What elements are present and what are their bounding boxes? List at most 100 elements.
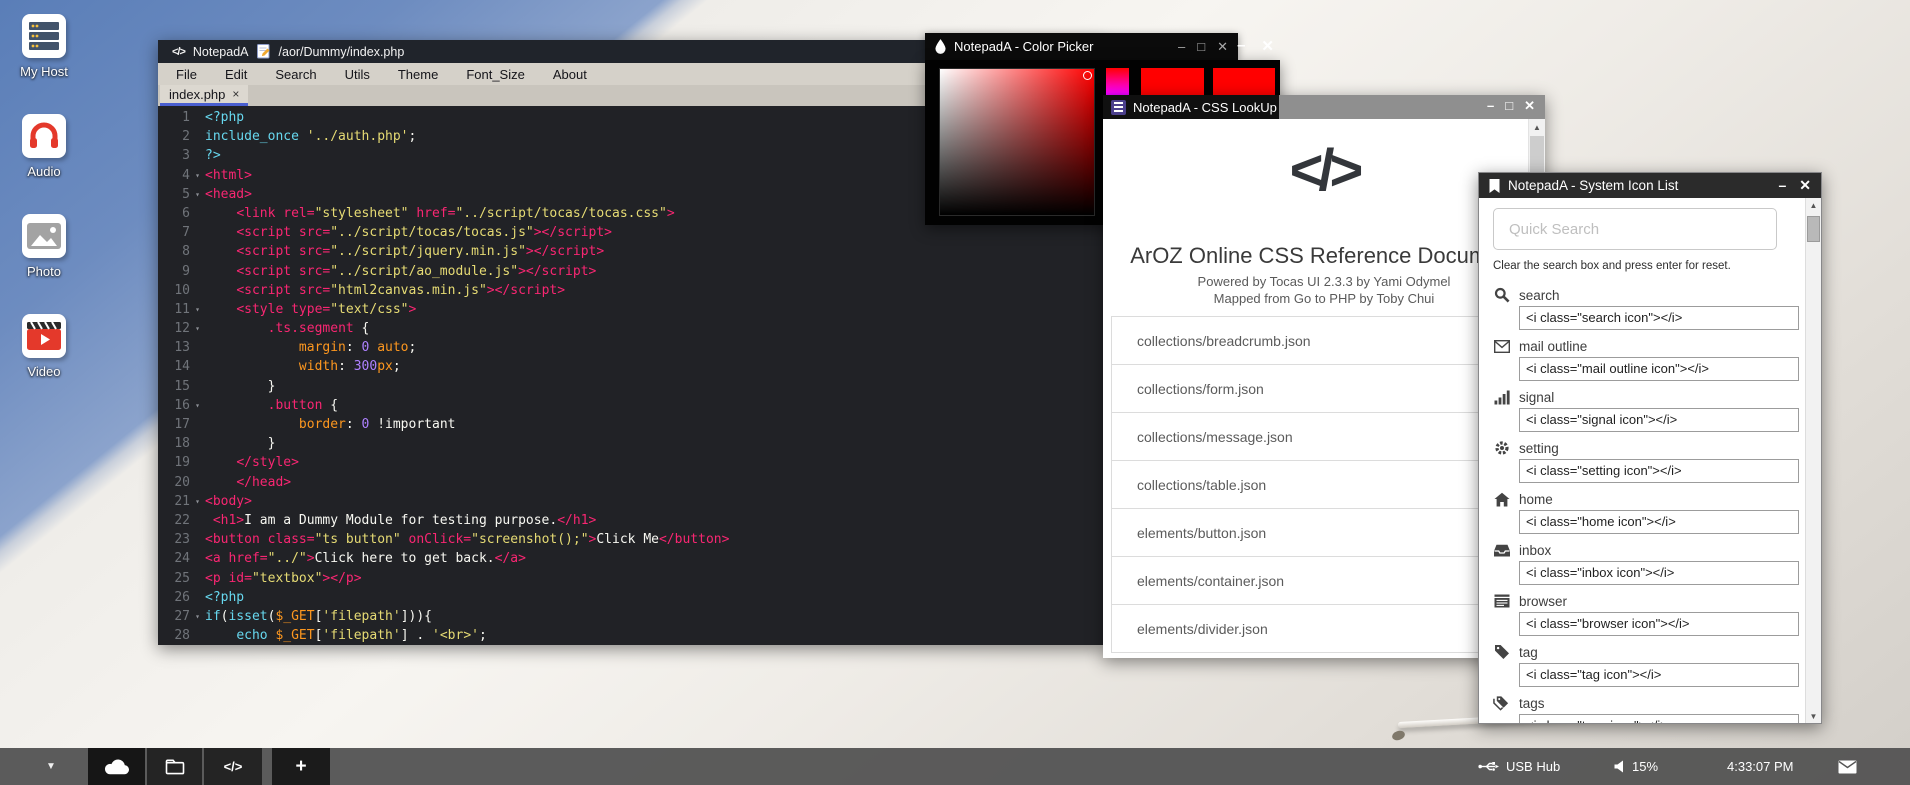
code-line[interactable]: 7 <script src="../script/tocas/tocas.js"… (158, 223, 1104, 242)
volume-level: 15% (1632, 759, 1658, 774)
code-line[interactable]: 8 <script src="../script/jquery.min.js">… (158, 242, 1104, 261)
fold-spacer (190, 511, 205, 530)
css-ref-item[interactable]: collections/form.json (1112, 365, 1525, 413)
close-icon[interactable]: ✕ (1217, 39, 1228, 55)
maximize-icon[interactable]: □ (1505, 98, 1513, 114)
minimize-icon[interactable]: – (1778, 177, 1786, 194)
scrollbar[interactable]: ▲ ▼ (1805, 198, 1821, 723)
menu-theme[interactable]: Theme (384, 67, 452, 82)
css-ref-item[interactable]: collections/breadcrumb.json (1112, 317, 1525, 365)
code-line[interactable]: 15 } (158, 377, 1104, 396)
close-icon[interactable]: ✕ (1799, 177, 1811, 194)
code-line[interactable]: 13 margin: 0 auto; (158, 338, 1104, 357)
desktop-icon-my-host[interactable]: My Host (11, 14, 77, 79)
scrollbar-thumb[interactable] (1807, 216, 1820, 242)
code-line[interactable]: 16▾ .button { (158, 396, 1104, 415)
icon-list-title-bar[interactable]: NotepadA - System Icon List – ✕ (1479, 173, 1821, 198)
code-line[interactable]: 28 echo $_GET['filepath'] . '<br>'; (158, 626, 1104, 645)
line-number: 19 (158, 453, 190, 472)
taskbar-add-button[interactable]: + (272, 748, 330, 785)
menu-utils[interactable]: Utils (331, 67, 384, 82)
saturation-value-square[interactable] (939, 68, 1095, 216)
css-ref-item[interactable]: collections/table.json (1112, 461, 1525, 509)
code-line[interactable]: 23<button class="ts button" onClick="scr… (158, 530, 1104, 549)
code-line[interactable]: 17 border: 0 !important (158, 415, 1104, 434)
line-number: 8 (158, 242, 190, 261)
taskbar-files-button[interactable] (147, 748, 202, 785)
fold-arrow-icon[interactable]: ▾ (190, 319, 205, 338)
code-line[interactable]: 27▾if(isset($_GET['filepath'])){ (158, 607, 1104, 626)
code-line[interactable]: 21▾<body> (158, 492, 1104, 511)
desktop-icon-label: Audio (11, 164, 77, 179)
fold-spacer (190, 281, 205, 300)
icon-entry: setting<i class="setting icon"></i> (1493, 439, 1799, 490)
menu-search[interactable]: Search (261, 67, 330, 82)
css-ref-item[interactable]: elements/container.json (1112, 557, 1525, 605)
line-number: 26 (158, 588, 190, 607)
icon-code-box[interactable]: <i class="home icon"></i> (1519, 510, 1799, 534)
icon-code-box[interactable]: <i class="search icon"></i> (1519, 306, 1799, 330)
fold-arrow-icon[interactable]: ▾ (190, 300, 205, 319)
fold-spacer (190, 204, 205, 223)
desktop-icon-photo[interactable]: Photo (11, 214, 77, 279)
maximize-icon[interactable]: □ (1197, 39, 1205, 55)
tag-icon (1493, 644, 1510, 661)
close-icon[interactable]: ✕ (1524, 98, 1535, 114)
css-ref-item[interactable]: collections/message.json (1112, 413, 1525, 461)
code-line[interactable]: 26<?php (158, 588, 1104, 607)
taskbar-chevron-button[interactable]: ▼ (36, 748, 66, 785)
icon-code-box[interactable]: <i class="setting icon"></i> (1519, 459, 1799, 483)
close-icon[interactable]: ✕ (1261, 37, 1274, 55)
code-line[interactable]: 19 </style> (158, 453, 1104, 472)
menu-edit[interactable]: Edit (211, 67, 261, 82)
line-number: 4 (158, 166, 190, 185)
fold-arrow-icon[interactable]: ▾ (190, 185, 205, 204)
line-number: 24 (158, 549, 190, 568)
scroll-up-icon[interactable]: ▲ (1529, 119, 1545, 136)
css-lookup-title-bar[interactable]: NotepadA - CSS LookUp – □ ✕ (1103, 95, 1545, 119)
minimize-icon[interactable]: – (1237, 37, 1245, 55)
taskbar-cloud-button[interactable] (88, 748, 145, 785)
line-number: 1 (158, 108, 190, 127)
usb-status[interactable]: USB Hub (1478, 748, 1560, 785)
scroll-down-icon[interactable]: ▼ (1806, 709, 1821, 723)
color-cursor[interactable] (1083, 71, 1092, 80)
icon-code-box[interactable]: <i class="browser icon"></i> (1519, 612, 1799, 636)
scroll-up-icon[interactable]: ▲ (1806, 198, 1821, 212)
tab-index-php[interactable]: index.php × (160, 85, 248, 106)
icon-code-box[interactable]: <i class="tag icon"></i> (1519, 663, 1799, 687)
code-line[interactable]: 9 <script src="../script/ao_module.js"><… (158, 262, 1104, 281)
code-line[interactable]: 24<a href="../">Click here to get back.<… (158, 549, 1104, 568)
fold-arrow-icon[interactable]: ▾ (190, 166, 205, 185)
code-line[interactable]: 14 width: 300px; (158, 357, 1104, 376)
desktop-icon-audio[interactable]: Audio (11, 114, 77, 179)
fold-arrow-icon[interactable]: ▾ (190, 492, 205, 511)
code-line[interactable]: 12▾ .ts.segment { (158, 319, 1104, 338)
minimize-icon[interactable]: – (1487, 98, 1494, 114)
code-line[interactable]: 20 </head> (158, 473, 1104, 492)
icon-code-box[interactable]: <i class="signal icon"></i> (1519, 408, 1799, 432)
tab-close-icon[interactable]: × (232, 87, 239, 101)
taskbar-code-button[interactable]: </> (204, 748, 262, 785)
code-line[interactable]: 22 <h1>I am a Dummy Module for testing p… (158, 511, 1104, 530)
quick-search-input[interactable] (1493, 208, 1777, 250)
code-line[interactable]: 10 <script src="html2canvas.min.js"></sc… (158, 281, 1104, 300)
color-picker-title-bar[interactable]: NotepadA - Color Picker – □ ✕ (925, 33, 1238, 60)
volume-status[interactable]: 15% (1614, 748, 1658, 785)
desktop-icon-video[interactable]: Video (11, 314, 77, 379)
icon-code-box[interactable]: <i class="mail outline icon"></i> (1519, 357, 1799, 381)
icon-code-box[interactable]: <i class="tags icon"></i> (1519, 714, 1799, 723)
fold-arrow-icon[interactable]: ▾ (190, 396, 205, 415)
menu-font_size[interactable]: Font_Size (452, 67, 539, 82)
icon-code-box[interactable]: <i class="inbox icon"></i> (1519, 561, 1799, 585)
code-line[interactable]: 18 } (158, 434, 1104, 453)
code-line[interactable]: 25<p id="textbox"></p> (158, 569, 1104, 588)
css-ref-item[interactable]: elements/divider.json (1112, 605, 1525, 653)
code-line[interactable]: 11▾ <style type="text/css"> (158, 300, 1104, 319)
minimize-icon[interactable]: – (1178, 39, 1185, 55)
menu-about[interactable]: About (539, 67, 601, 82)
menu-file[interactable]: File (162, 67, 211, 82)
fold-arrow-icon[interactable]: ▾ (190, 607, 205, 626)
notifications-button[interactable] (1838, 748, 1857, 785)
css-ref-item[interactable]: elements/button.json (1112, 509, 1525, 557)
